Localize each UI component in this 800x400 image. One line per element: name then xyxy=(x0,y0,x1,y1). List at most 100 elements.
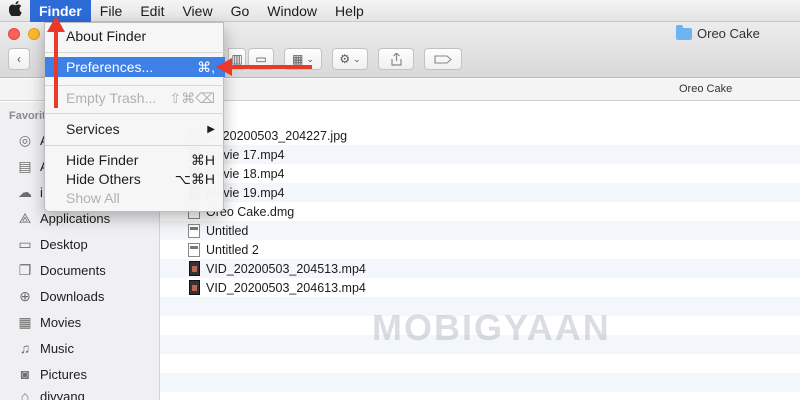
submenu-arrow-icon: ▶ xyxy=(207,123,215,135)
menu-item-about-finder[interactable]: About Finder xyxy=(45,26,225,46)
sidebar-item-label: Downloads xyxy=(40,288,105,304)
tags-button[interactable] xyxy=(424,48,462,70)
sidebar-item-label: Pictures xyxy=(40,366,87,382)
menu-separator xyxy=(45,113,225,114)
sidebar-item-label: i xyxy=(40,184,43,200)
airdrop-icon: ◎ xyxy=(18,131,32,148)
menu-item-show-all: Show All xyxy=(45,188,225,208)
applications-icon: ⟁ xyxy=(18,209,32,226)
file-row[interactable]: Oreo Cake.dmg xyxy=(160,202,800,221)
sidebar-item-label: divyang xyxy=(40,388,85,400)
music-icon: ♫ xyxy=(19,340,31,356)
file-row[interactable]: VID_20200503_204513.mp4 xyxy=(160,259,800,278)
menu-view[interactable]: View xyxy=(173,0,221,22)
menu-file[interactable]: File xyxy=(91,0,132,22)
file-row[interactable]: Untitled 2 xyxy=(160,240,800,259)
finder-menu-dropdown: About Finder Preferences... ⌘, Empty Tra… xyxy=(44,22,225,212)
watermark: MOBIGYAAN xyxy=(372,307,611,348)
menu-item-label: About Finder xyxy=(66,28,147,44)
menu-item-services[interactable]: Services ▶ xyxy=(45,119,225,139)
sidebar-item-label: Desktop xyxy=(40,236,88,252)
shortcut-label: ⌥⌘H xyxy=(174,170,215,187)
shortcut-label: ⌘, xyxy=(197,58,215,75)
file-name: Untitled 2 xyxy=(206,242,259,257)
icloud-icon: ☁ xyxy=(18,183,32,200)
sidebar-item-downloads[interactable]: ⊕ Downloads xyxy=(16,286,104,306)
document-icon xyxy=(187,242,201,257)
menu-item-label: Empty Trash... xyxy=(66,90,157,106)
file-name: Untitled xyxy=(206,223,249,238)
tag-icon xyxy=(434,54,452,64)
chevron-left-icon: ‹ xyxy=(17,52,21,66)
share-button[interactable] xyxy=(378,48,414,70)
menu-edit[interactable]: Edit xyxy=(131,0,173,22)
video-icon xyxy=(187,280,201,295)
sidebar-heading: Favorit xyxy=(9,110,46,122)
shortcut-label: ⇧⌘⌫ xyxy=(169,89,215,106)
annotation-arrow-left xyxy=(216,58,312,76)
minimize-window-button[interactable] xyxy=(28,28,40,40)
menu-separator xyxy=(45,85,225,86)
menu-item-label: Preferences... xyxy=(66,59,154,75)
sidebar-item-music[interactable]: ♫ Music xyxy=(16,338,74,358)
menu-bar: Finder File Edit View Go Window Help xyxy=(0,0,800,22)
menu-item-label: Show All xyxy=(66,190,120,206)
desktop-icon: ▭ xyxy=(18,235,32,252)
window-title-text: Oreo Cake xyxy=(697,26,760,41)
menu-item-empty-trash: Empty Trash... ⇧⌘⌫ xyxy=(45,88,225,108)
sidebar-item-label: Movies xyxy=(40,314,82,330)
sidebar-item-desktop[interactable]: ▭ Desktop xyxy=(16,234,88,254)
location-label: Oreo Cake xyxy=(679,83,733,95)
menu-item-preferences[interactable]: Preferences... ⌘, xyxy=(45,57,225,77)
apple-menu-icon[interactable] xyxy=(0,1,30,20)
folder-icon xyxy=(676,24,692,40)
file-row-empty xyxy=(160,354,800,373)
sidebar-item-pictures[interactable]: ◙ Pictures xyxy=(16,364,87,384)
file-row[interactable]: Untitled xyxy=(160,221,800,240)
file-name: G_20200503_204227.jpg xyxy=(206,128,348,143)
file-name: VID_20200503_204613.mp4 xyxy=(206,280,366,295)
movies-icon: ▦ xyxy=(18,313,32,330)
sidebar-item-label: Music xyxy=(40,340,74,356)
file-row[interactable]: G_20200503_204227.jpg xyxy=(160,126,800,145)
menu-separator xyxy=(45,145,225,146)
sidebar-item-label: Documents xyxy=(40,262,106,278)
menu-item-hide-others[interactable]: Hide Others ⌥⌘H xyxy=(45,169,225,189)
all-files-icon: ▤ xyxy=(18,157,32,174)
menu-item-label: Hide Others xyxy=(66,171,141,187)
file-list: G_20200503_204227.jpg Movie 17.mp4 Movie… xyxy=(160,102,800,400)
menu-go[interactable]: Go xyxy=(222,0,259,22)
sidebar-item-label: Applications xyxy=(40,210,111,226)
sidebar-item-documents[interactable]: ❐ Documents xyxy=(16,260,106,280)
file-row[interactable]: Movie 19.mp4 xyxy=(160,183,800,202)
share-icon xyxy=(390,52,402,66)
downloads-icon: ⊕ xyxy=(19,287,31,304)
file-row[interactable]: Movie 18.mp4 xyxy=(160,164,800,183)
menu-separator xyxy=(45,52,225,53)
pictures-icon: ◙ xyxy=(20,366,30,382)
sidebar-item-home[interactable]: ⌂ divyang xyxy=(16,386,85,400)
close-window-button[interactable] xyxy=(8,28,20,40)
home-icon: ⌂ xyxy=(20,388,30,400)
annotation-arrow-up xyxy=(47,16,65,108)
sidebar-item-movies[interactable]: ▦ Movies xyxy=(16,312,81,332)
menu-item-label: Hide Finder xyxy=(66,152,139,168)
menu-window[interactable]: Window xyxy=(258,0,326,22)
file-row[interactable]: Movie 17.mp4 xyxy=(160,145,800,164)
documents-icon: ❐ xyxy=(18,261,32,278)
shortcut-label: ⌘H xyxy=(190,151,215,168)
back-button[interactable]: ‹ xyxy=(8,48,30,70)
menu-item-hide-finder[interactable]: Hide Finder ⌘H xyxy=(45,150,225,170)
gear-icon: ⚙ xyxy=(339,52,351,66)
sidebar-item-icloud[interactable]: ☁ i xyxy=(16,182,43,202)
menu-item-label: Services xyxy=(66,121,120,137)
chevron-down-icon: ⌄ xyxy=(353,53,361,64)
video-icon xyxy=(187,261,201,276)
file-name: VID_20200503_204513.mp4 xyxy=(206,261,366,276)
window-title: Oreo Cake xyxy=(676,24,760,41)
action-button[interactable]: ⚙ ⌄ xyxy=(332,48,368,70)
file-row-empty xyxy=(160,373,800,392)
menu-help[interactable]: Help xyxy=(326,0,373,22)
document-icon xyxy=(187,223,201,238)
file-row[interactable]: VID_20200503_204613.mp4 xyxy=(160,278,800,297)
